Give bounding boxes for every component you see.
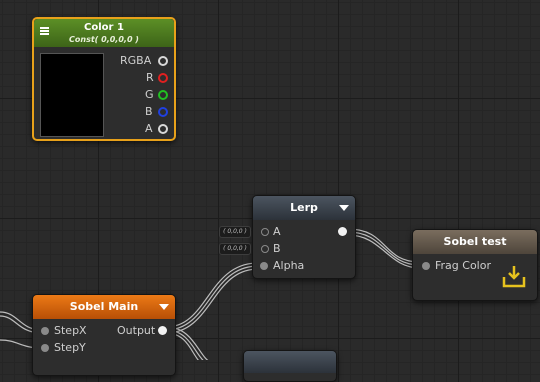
pin-b-input[interactable]	[261, 245, 269, 253]
wire-output-to-alpha	[165, 265, 259, 331]
port-a: A	[145, 122, 153, 135]
save-icon[interactable]	[501, 264, 527, 290]
node-subtitle: Const( 0,0,0,0 )	[69, 35, 139, 44]
pin-stepx-input[interactable]	[41, 327, 49, 335]
port-alpha: Alpha	[273, 259, 305, 272]
pin-output[interactable]	[158, 326, 167, 335]
default-value-a[interactable]: ( 0,0,0 )	[219, 226, 251, 238]
port-b: B	[273, 242, 281, 255]
pin-g[interactable]	[158, 90, 168, 100]
color-preview-swatch[interactable]	[40, 53, 104, 137]
port-b: B	[145, 105, 153, 118]
port-r: R	[146, 71, 154, 84]
sobel-main-node[interactable]: Sobel Main StepX Output StepY	[32, 294, 176, 376]
pin-b[interactable]	[158, 107, 168, 117]
chevron-down-icon[interactable]	[159, 304, 169, 310]
port-frag-color: Frag Color	[435, 259, 491, 272]
sobel-main-node-header[interactable]: Sobel Main	[33, 295, 175, 319]
pin-lerp-output[interactable]	[338, 227, 347, 236]
lerp-node[interactable]: Lerp A B Alpha	[252, 195, 356, 279]
chevron-down-icon[interactable]	[339, 205, 349, 211]
port-stepx: StepX	[54, 324, 87, 337]
default-value-b[interactable]: ( 0,0,0 )	[219, 243, 251, 255]
sobel-test-node-header[interactable]: Sobel test	[413, 230, 537, 254]
pin-a[interactable]	[158, 124, 168, 134]
node-title: Sobel test	[443, 235, 507, 248]
partial-node[interactable]	[243, 350, 337, 382]
lerp-node-header[interactable]: Lerp	[253, 196, 355, 220]
port-stepy: StepY	[54, 341, 86, 354]
pin-rgba[interactable]	[158, 56, 168, 66]
wire-lerp-to-fragcolor	[347, 231, 421, 266]
pin-alpha-input[interactable]	[260, 262, 268, 270]
color-node-header[interactable]: Color 1 Const( 0,0,0,0 )	[34, 19, 174, 47]
node-title: Sobel Main	[69, 300, 139, 313]
pin-r[interactable]	[158, 73, 168, 83]
port-g: G	[145, 88, 154, 101]
graph-canvas[interactable]: Color 1 Const( 0,0,0,0 ) RGBA R G B A Le…	[0, 0, 540, 382]
sobel-test-node[interactable]: Sobel test Frag Color	[412, 229, 538, 301]
pin-a-input[interactable]	[261, 228, 269, 236]
port-output: Output	[117, 324, 156, 337]
node-title: Color 1	[84, 22, 124, 33]
node-title: Lerp	[290, 201, 318, 214]
port-a: A	[273, 225, 281, 238]
pin-frag-color-input[interactable]	[422, 262, 430, 270]
color-node[interactable]: Color 1 Const( 0,0,0,0 ) RGBA R G B A	[32, 17, 176, 141]
port-rgba: RGBA	[120, 54, 152, 67]
pin-stepy-input[interactable]	[41, 344, 49, 352]
menu-icon[interactable]	[40, 27, 49, 35]
